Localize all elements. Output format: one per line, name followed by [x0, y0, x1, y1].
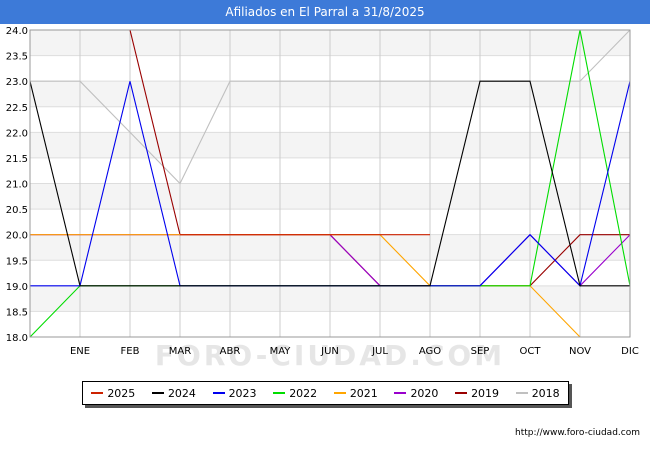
legend-item-2018: 2018: [515, 386, 560, 400]
legend-swatch: [212, 392, 225, 394]
legend-label: 2024: [167, 386, 196, 400]
y-tick-label: 19.0: [6, 282, 28, 293]
x-tick-label: JUN: [320, 346, 339, 357]
legend-swatch: [515, 392, 528, 394]
legend-label: 2023: [228, 386, 257, 400]
y-tick-label: 21.0: [6, 180, 28, 191]
x-tick-label: AGO: [419, 346, 441, 357]
legend-item-2023: 2023: [212, 386, 257, 400]
y-tick-label: 18.5: [6, 307, 28, 318]
y-tick-label: 24.0: [6, 26, 28, 37]
y-tick-label: 20.0: [6, 231, 28, 242]
y-axis-ticks: 18.0 18.5 19.0 19.5 20.0 20.5 21.0 21.5 22.0 22.5…: [6, 26, 28, 344]
x-tick-label: SEP: [471, 346, 490, 357]
legend-label: 2022: [289, 386, 318, 400]
y-tick-label: 23.0: [6, 77, 28, 88]
y-tick-label: 22.5: [6, 103, 28, 114]
y-tick-label: 22.0: [6, 128, 28, 139]
x-tick-label: JUL: [371, 346, 388, 357]
legend: 2025 2024 2023 2022 2021 2020 2019 2018: [82, 381, 569, 405]
legend-label: 2021: [349, 386, 378, 400]
legend-item-2021: 2021: [333, 386, 378, 400]
x-tick-label: OCT: [520, 346, 542, 357]
y-tick-label: 21.5: [6, 154, 28, 165]
legend-label: 2019: [471, 386, 500, 400]
x-tick-label: FEB: [121, 346, 140, 357]
legend-item-2022: 2022: [273, 387, 317, 400]
x-tick-label: MAY: [270, 346, 292, 357]
source-link[interactable]: http://www.foro-ciudad.com: [515, 428, 640, 438]
legend-swatch: [151, 392, 164, 394]
y-tick-label: 19.5: [6, 256, 28, 267]
legend-label: 2020: [410, 386, 439, 400]
y-tick-label: 18.0: [6, 333, 28, 344]
legend-item-2019: 2019: [455, 387, 499, 400]
x-tick-label: MAR: [169, 346, 191, 357]
legend-item-2024: 2024: [151, 386, 196, 400]
legend-label: 2018: [531, 386, 560, 400]
x-tick-label: DIC: [621, 346, 639, 357]
legend-swatch: [91, 392, 104, 394]
y-tick-label: 20.5: [6, 205, 28, 216]
legend-item-2025: 2025: [91, 387, 135, 400]
legend-item-2020: 2020: [394, 387, 438, 400]
x-tick-label: ABR: [220, 346, 241, 357]
x-tick-label: NOV: [569, 346, 591, 357]
legend-label: 2025: [107, 386, 136, 400]
legend-swatch: [273, 392, 286, 394]
legend-swatch: [394, 392, 407, 394]
y-tick-label: 23.5: [6, 52, 28, 63]
legend-swatch: [455, 392, 468, 394]
x-tick-label: ENE: [70, 346, 90, 357]
legend-swatch: [333, 392, 346, 394]
